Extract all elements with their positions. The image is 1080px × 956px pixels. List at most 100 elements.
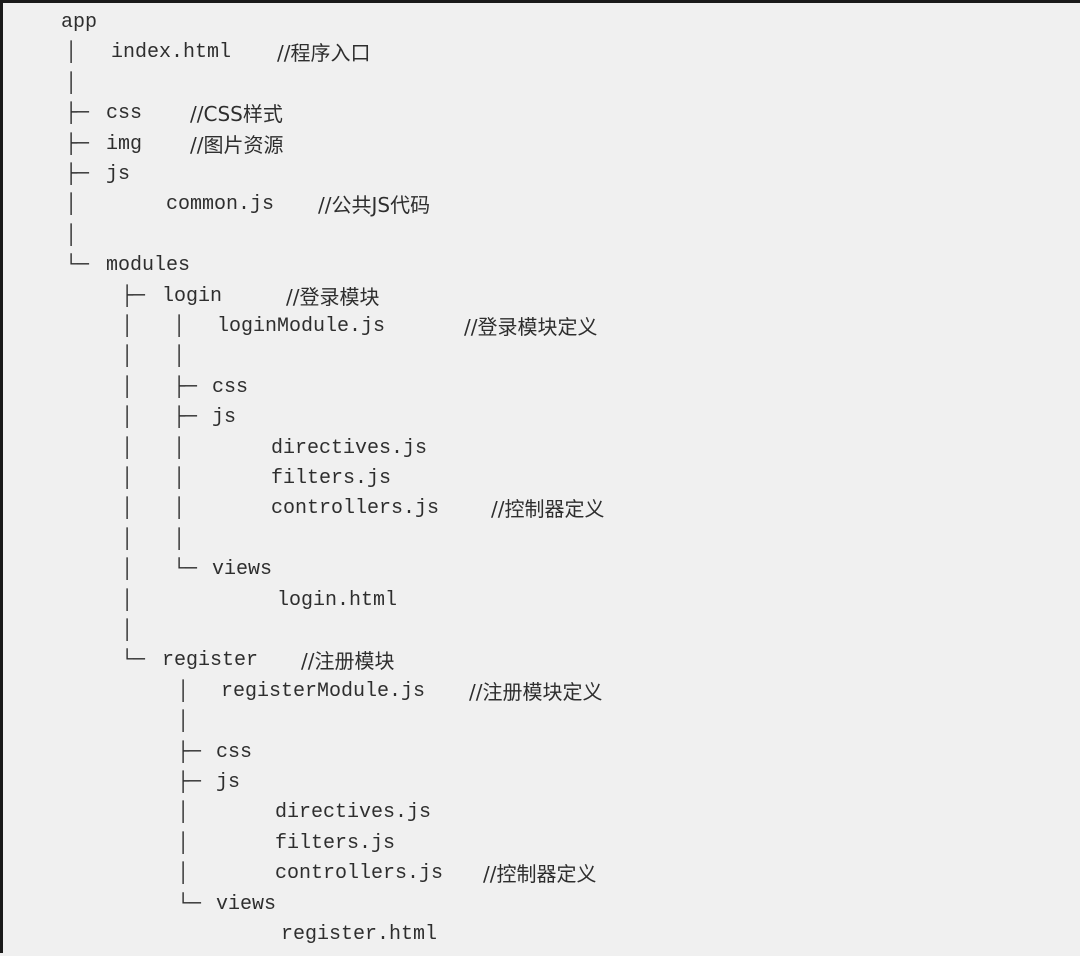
tree-line: │	[3, 221, 1080, 251]
tree-guide: │	[173, 345, 186, 369]
tree-line: │ filters.js	[3, 829, 1080, 859]
entry-name: views	[216, 892, 277, 916]
tree-line: │ ├─ js	[3, 403, 1080, 433]
entry-comment: //公共JS代码	[318, 193, 431, 218]
tree-guide: │	[173, 315, 186, 338]
tree-guide: │	[121, 558, 134, 582]
tree-line: │ │ directives.js	[3, 434, 1080, 464]
tree-line: │	[3, 707, 1080, 737]
directory-tree: app │ index.html //程序入口 │ ├─ css //CSS样式 ├─ img //…	[3, 3, 1080, 956]
tree-line: │	[3, 69, 1080, 99]
tree-guide: │	[177, 801, 190, 825]
entry-name: index.html	[111, 41, 232, 65]
tree-line: │ │ controllers.js //控制器定义	[3, 494, 1080, 524]
tree-line: │ directives.js	[3, 798, 1080, 828]
entry-comment: //注册模块定义	[469, 679, 603, 704]
tree-guide: │	[173, 497, 186, 521]
tree-guide: └─	[121, 649, 146, 673]
tree-line: register.html	[3, 920, 1080, 950]
entry-name: login.html	[277, 588, 398, 612]
tree-line: └─ modules	[3, 251, 1080, 281]
tree-guide: │	[177, 862, 190, 886]
entry-name: filters.js	[275, 831, 396, 855]
tree-guide: ├─	[65, 163, 90, 186]
entry-comment: //图片资源	[190, 132, 284, 157]
tree-guide: │	[121, 375, 134, 399]
tree-guide: │	[65, 193, 78, 217]
tree-guide: ├─	[177, 771, 202, 794]
tree-line: app	[3, 8, 1080, 38]
tree-line: └─ register //注册模块	[3, 646, 1080, 676]
tree-guide: │	[121, 345, 134, 369]
tree-guide: │	[65, 223, 78, 247]
tree-guide: │	[121, 406, 134, 430]
entry-name: registerModule.js	[221, 679, 426, 703]
tree-guide: │	[121, 436, 134, 460]
entry-name: img	[106, 132, 143, 156]
tree-line: │ └─ views	[3, 555, 1080, 585]
entry-comment: //登录模块	[286, 284, 380, 309]
entry-name: js	[216, 771, 241, 794]
tree-guide: └─	[65, 254, 90, 278]
entry-name: js	[106, 163, 131, 186]
entry-name: css	[212, 375, 249, 399]
entry-name: css	[106, 102, 143, 126]
entry-name: controllers.js	[275, 862, 444, 886]
entry-name: js	[212, 406, 237, 430]
entry-name: common.js	[166, 193, 275, 217]
tree-line: │ registerModule.js //注册模块定义	[3, 677, 1080, 707]
tree-guide: │	[177, 831, 190, 855]
tree-line: │ controllers.js //控制器定义	[3, 859, 1080, 889]
tree-line: ├─ js	[3, 768, 1080, 798]
entry-name: css	[216, 740, 253, 764]
tree-guide: │	[121, 619, 134, 642]
tree-line: │ login.html	[3, 586, 1080, 616]
entry-comment: //注册模块	[301, 649, 395, 674]
tree-guide: ├─	[173, 406, 198, 430]
tree-line: │ │ loginModule.js //登录模块定义	[3, 312, 1080, 342]
tree-line: ├─ css //CSS样式	[3, 99, 1080, 129]
tree-guide: │	[121, 497, 134, 521]
tree-guide: │	[121, 467, 134, 490]
tree-line: │ │ filters.js	[3, 464, 1080, 494]
entry-comment: //控制器定义	[491, 497, 605, 522]
tree-guide: ├─	[177, 740, 202, 764]
tree-line: │	[3, 616, 1080, 646]
tree-line: │ │	[3, 342, 1080, 372]
entry-name: register	[162, 649, 259, 673]
tree-guide: │	[121, 527, 134, 551]
tree-guide: │	[173, 527, 186, 551]
tree-guide: ├─	[65, 132, 90, 156]
tree-line: ├─ img //图片资源	[3, 130, 1080, 160]
entry-comment: //CSS样式	[190, 102, 283, 127]
entry-comment: //控制器定义	[483, 862, 597, 887]
tree-guide: └─	[177, 892, 202, 916]
entry-name: register.html	[281, 923, 438, 946]
document-page: app │ index.html //程序入口 │ ├─ css //CSS样式 ├─ img //…	[0, 0, 1080, 953]
tree-guide: │	[121, 315, 134, 338]
entry-name: login	[162, 284, 223, 308]
tree-line: ├─ login //登录模块	[3, 282, 1080, 312]
tree-line: │ │	[3, 525, 1080, 555]
tree-guide: │	[121, 588, 134, 612]
entry-name: directives.js	[275, 801, 432, 825]
tree-guide: │	[65, 71, 78, 95]
entry-name: modules	[106, 254, 191, 278]
entry-name: loginModule.js	[217, 315, 386, 338]
tree-line: │ ├─ css	[3, 373, 1080, 403]
entry-name: filters.js	[271, 467, 392, 490]
tree-line: │ index.html //程序入口	[3, 38, 1080, 68]
tree-guide: ├─	[65, 102, 90, 126]
tree-line: │ common.js //公共JS代码	[3, 190, 1080, 220]
entry-name: controllers.js	[271, 497, 440, 521]
tree-guide: │	[65, 41, 78, 65]
tree-guide: │	[177, 710, 190, 734]
tree-line: ├─ css	[3, 738, 1080, 768]
tree-line: ├─ js	[3, 160, 1080, 190]
tree-guide: │	[173, 436, 186, 460]
tree-line: └─ views	[3, 890, 1080, 920]
tree-guide: ├─	[173, 375, 198, 399]
entry-name: directives.js	[271, 436, 428, 460]
tree-guide: └─	[173, 558, 198, 582]
entry-name: views	[212, 558, 273, 582]
